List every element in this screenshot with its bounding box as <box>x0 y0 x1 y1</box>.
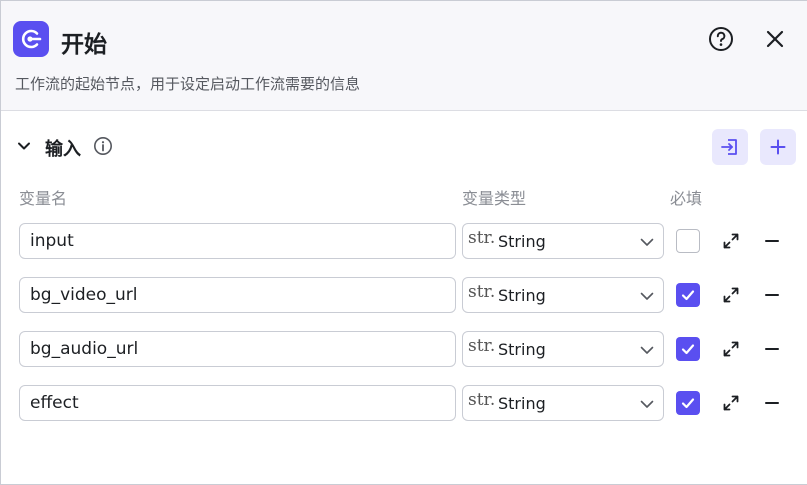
column-header-required: 必填 <box>670 189 703 208</box>
close-icon <box>766 30 784 48</box>
expand-icon <box>723 395 739 411</box>
expand-button[interactable] <box>720 392 742 414</box>
panel-header: 开始 工作流的起始节点，用于设定启动工作流需要的信息 <box>1 1 807 111</box>
expand-button[interactable] <box>720 338 742 360</box>
input-section-header: 输入 <box>1 127 807 167</box>
import-button[interactable] <box>712 129 748 165</box>
string-type-icon: str. <box>468 282 496 302</box>
required-checkbox[interactable] <box>676 283 700 307</box>
check-icon <box>681 290 695 301</box>
variable-name-input[interactable]: effect <box>19 385 456 421</box>
variable-name-input[interactable]: bg_audio_url <box>19 331 456 367</box>
section-title: 输入 <box>45 139 81 160</box>
close-button[interactable] <box>761 25 789 53</box>
chevron-down-icon <box>640 400 654 408</box>
panel-title: 开始 <box>61 32 107 58</box>
minus-icon <box>765 348 779 350</box>
variable-type-label: String <box>498 286 546 305</box>
column-header-name: 变量名 <box>19 189 68 208</box>
plus-icon <box>770 139 786 155</box>
variable-type-select[interactable]: str. String <box>462 331 664 367</box>
help-button[interactable] <box>707 25 735 53</box>
variable-row: bg_video_url str. String <box>1 277 807 313</box>
variable-name-input[interactable]: bg_video_url <box>19 277 456 313</box>
variable-type-select[interactable]: str. String <box>462 277 664 313</box>
expand-icon <box>723 287 739 303</box>
required-checkbox[interactable] <box>676 391 700 415</box>
string-type-icon: str. <box>468 336 496 356</box>
variable-row: bg_audio_url str. String <box>1 331 807 367</box>
variable-name-input[interactable]: input <box>19 223 456 259</box>
help-circle-icon <box>709 27 733 51</box>
chevron-down-icon <box>640 346 654 354</box>
minus-icon <box>765 402 779 404</box>
variable-type-select[interactable]: str. String <box>462 385 664 421</box>
minus-icon <box>765 294 779 296</box>
chevron-down-icon <box>640 292 654 300</box>
column-header-type: 变量类型 <box>462 189 527 208</box>
add-variable-button[interactable] <box>760 129 796 165</box>
chevron-down-icon <box>18 142 30 150</box>
remove-variable-button[interactable] <box>761 284 783 306</box>
check-icon <box>681 398 695 409</box>
expand-icon <box>723 341 739 357</box>
variable-type-label: String <box>498 394 546 413</box>
remove-variable-button[interactable] <box>761 392 783 414</box>
variable-type-label: String <box>498 232 546 251</box>
string-type-icon: str. <box>468 228 496 248</box>
required-checkbox[interactable] <box>676 337 700 361</box>
info-icon[interactable] <box>93 136 113 156</box>
chevron-down-icon <box>640 238 654 246</box>
expand-icon <box>723 233 739 249</box>
string-type-icon: str. <box>468 390 496 410</box>
start-node-panel: 开始 工作流的起始节点，用于设定启动工作流需要的信息 输入 变量名 变量类型 必… <box>0 0 807 485</box>
collapse-button[interactable] <box>13 135 35 157</box>
start-node-icon <box>13 21 49 57</box>
variable-type-label: String <box>498 340 546 359</box>
check-icon <box>681 344 695 355</box>
panel-description: 工作流的起始节点，用于设定启动工作流需要的信息 <box>15 75 361 93</box>
expand-button[interactable] <box>720 284 742 306</box>
import-icon <box>721 139 737 155</box>
variable-row: effect str. String <box>1 385 807 421</box>
expand-button[interactable] <box>720 230 742 252</box>
remove-variable-button[interactable] <box>761 230 783 252</box>
variable-row: input str. String <box>1 223 807 259</box>
required-checkbox[interactable] <box>676 229 700 253</box>
remove-variable-button[interactable] <box>761 338 783 360</box>
minus-icon <box>765 240 779 242</box>
variable-type-select[interactable]: str. String <box>462 223 664 259</box>
